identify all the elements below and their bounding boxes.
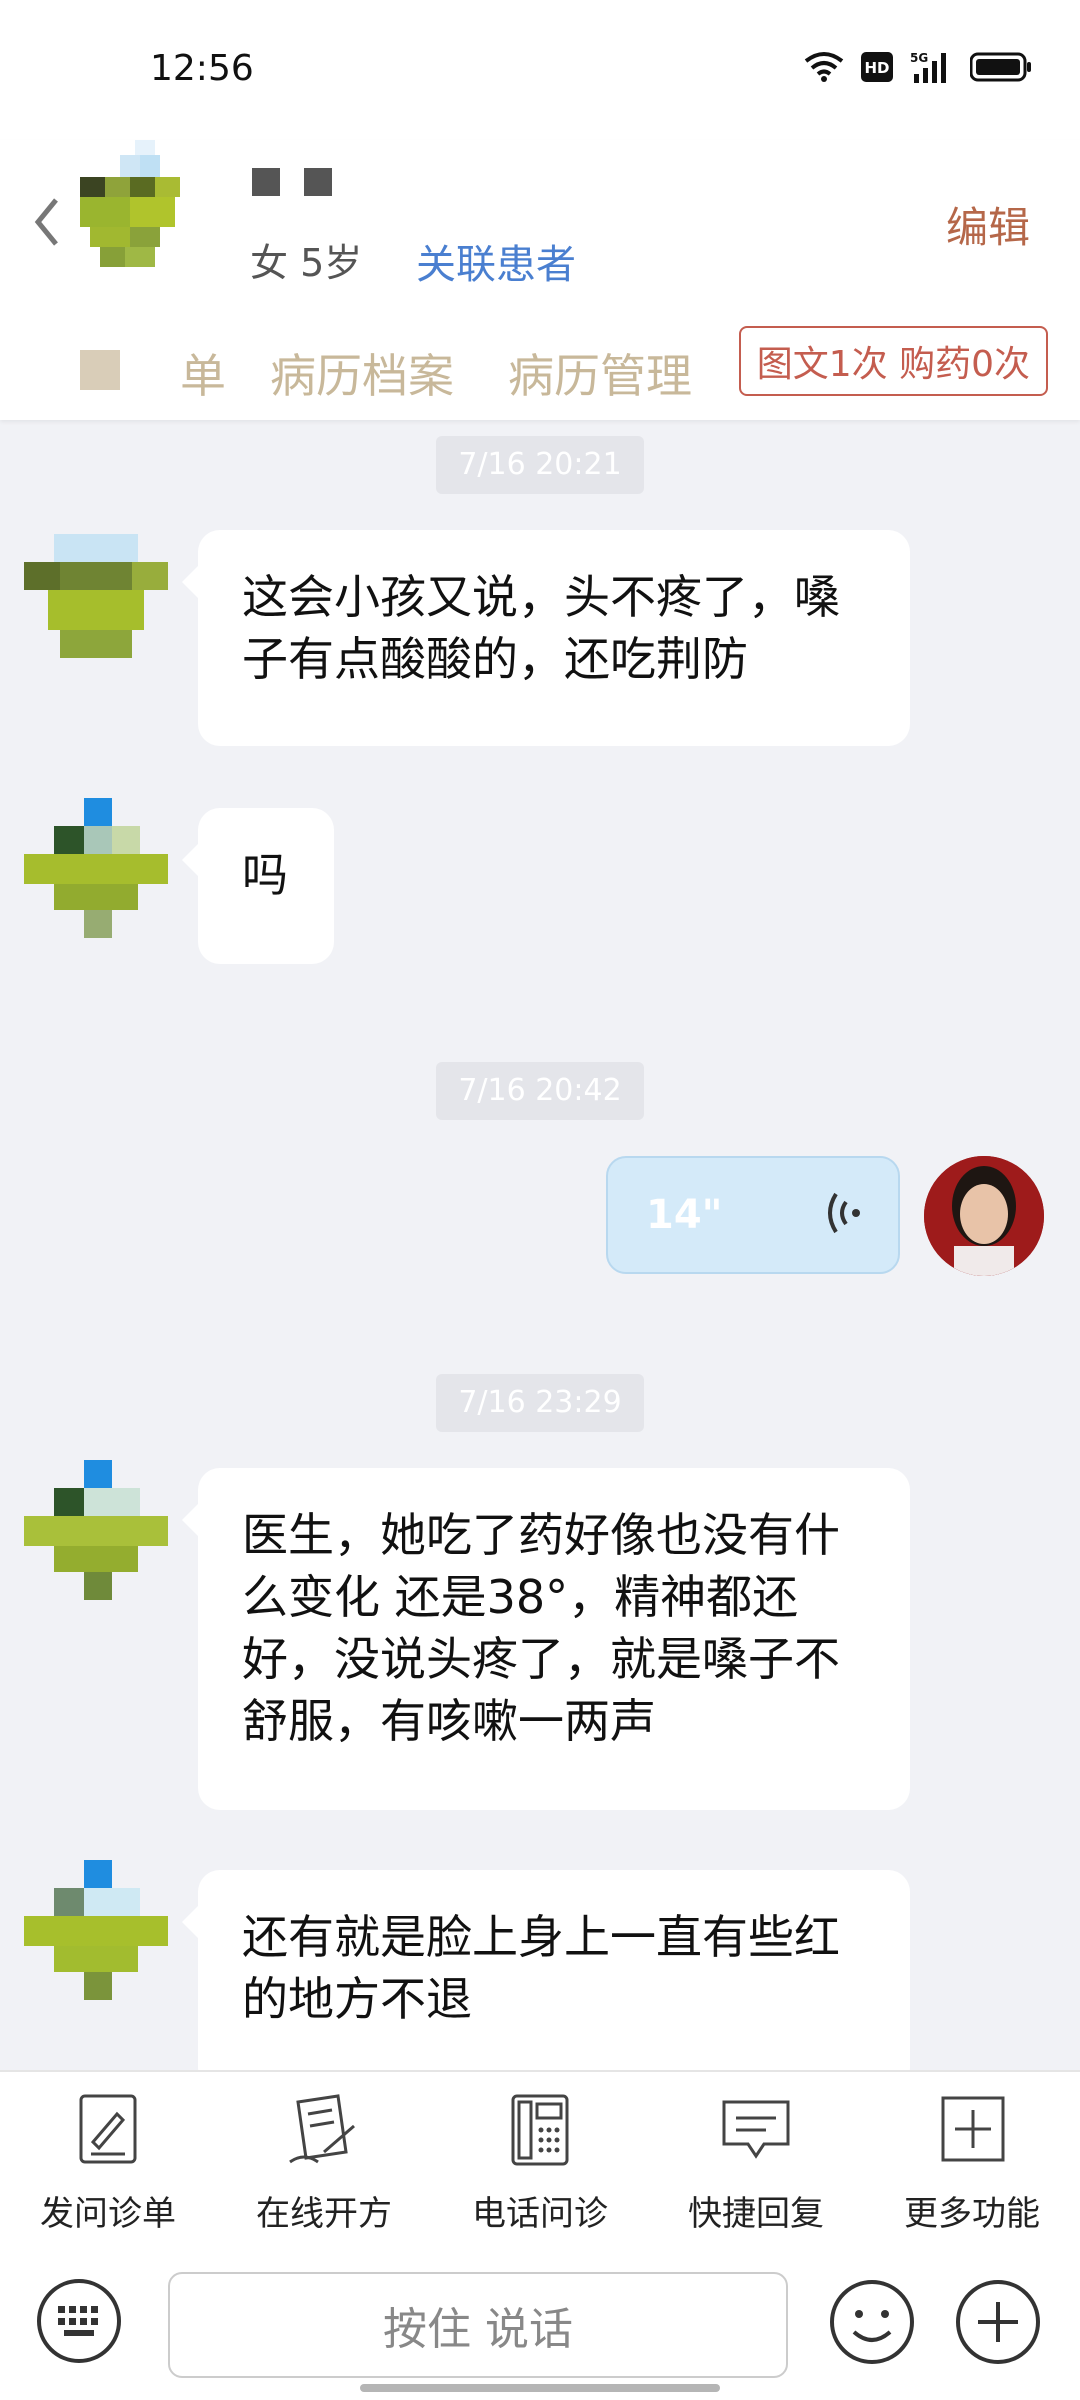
voice-message-bubble[interactable]: 14" [606,1156,900,1274]
prescription-icon [289,2094,355,2164]
patient-header: 女 5岁 关联患者 编辑 单 病历档案 病历管理 图文1次 购药0次 [0,140,1080,420]
net-label: 5G [910,51,928,65]
tab-medical-records[interactable]: 病历档案 [270,340,454,406]
hd-label: HD [864,59,889,77]
status-time: 12:56 [150,48,254,89]
hold-to-talk-button[interactable]: 按住 说话 [168,2272,788,2378]
online-prescription-button[interactable]: 在线开方 [216,2092,432,2235]
patient-info: 女 5岁 [250,241,363,285]
battery-icon [970,52,1031,82]
status-icons: HD 5G [804,50,1032,84]
keyboard-toggle-icon[interactable] [34,2276,124,2366]
voice-wave-icon [828,1192,860,1234]
tool-label: 发问诊单 [40,2194,176,2234]
action-toolbar: 发问诊单 在线开方 电话问诊 快捷回复 更多功能 [0,2070,1080,2254]
edit-button[interactable]: 编辑 [946,194,1030,255]
message-bubble: 吗 [182,808,334,964]
back-icon[interactable] [30,194,66,250]
link-patient-button[interactable]: 关联患者 [416,232,576,290]
timestamp: 7/16 20:21 [436,436,644,494]
patient-avatar-small [24,798,168,938]
5g-signal-icon: 5G [910,51,946,83]
message-bubble: 医生，她吃了药好像也没有什么变化 还是38°，精神都还好，没说头疼了，就是嗓子不… [182,1468,910,1810]
patient-avatar-small [24,1460,168,1600]
timestamp: 7/16 20:42 [436,1062,644,1120]
quick-reply-icon [722,2100,790,2159]
phone-consult-button[interactable]: 电话问诊 [432,2092,648,2235]
emoji-icon[interactable] [826,2276,918,2368]
tool-label: 在线开方 [256,2194,392,2234]
tool-label: 快捷回复 [688,2194,824,2234]
tool-label: 电话问诊 [472,2194,608,2234]
home-indicator[interactable] [360,2384,720,2392]
input-bar: 按住 说话 [0,2252,1080,2400]
send-questionnaire-button[interactable]: 发问诊单 [0,2092,216,2235]
tool-label: 更多功能 [904,2194,1040,2234]
patient-avatar[interactable] [80,140,230,285]
tab-record-management[interactable]: 病历管理 [508,340,692,406]
status-bar: 12:56 HD 5G [0,0,1080,140]
service-count-badge[interactable]: 图文1次 购药0次 [738,326,1048,396]
more-functions-button[interactable]: 更多功能 [864,2092,1080,2235]
phone-icon [511,2094,569,2166]
tab-blur [80,350,120,390]
message-bubble: 这会小孩又说，头不疼了，嗓子有点酸酸的，还吃荆防 [182,530,910,746]
form-icon [79,2094,137,2164]
add-attachment-icon[interactable] [952,2276,1044,2368]
hd-icon: HD [861,52,893,82]
chat-area[interactable]: 7/16 20:21 这会小孩又说，头不疼了，嗓子有点酸酸的，还吃荆防 吗 7/… [0,420,1080,2090]
more-icon [941,2096,1005,2162]
voice-duration: 14" [646,1192,723,1238]
tab-order[interactable]: 单 [180,340,226,406]
patient-avatar-small [24,1860,168,2000]
doctor-avatar [924,1156,1044,1276]
wifi-icon [804,52,844,82]
quick-reply-button[interactable]: 快捷回复 [648,2092,864,2235]
patient-name-blurred [252,168,332,196]
message-bubble: 还有就是脸上身上一直有些红的地方不退 [182,1870,910,2090]
patient-avatar-small [24,534,168,658]
timestamp: 7/16 23:29 [436,1374,644,1432]
